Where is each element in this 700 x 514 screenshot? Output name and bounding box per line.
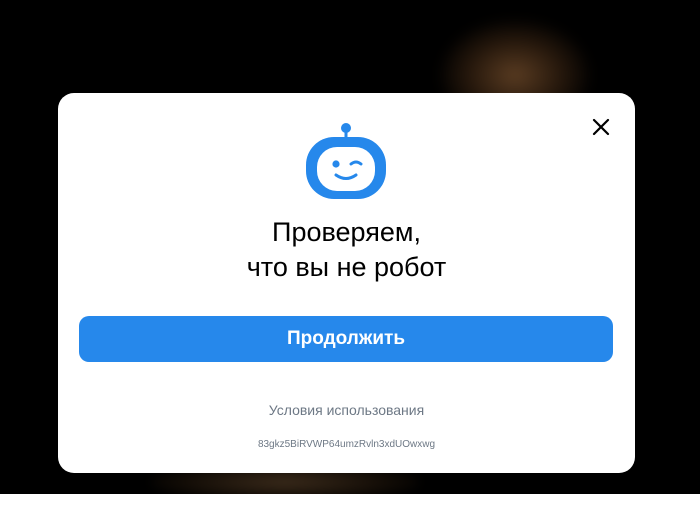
- captcha-dialog: Проверяем, что вы не робот Продолжить Ус…: [58, 93, 635, 473]
- page-bottom-strip: [0, 494, 700, 514]
- continue-button[interactable]: Продолжить: [79, 316, 613, 362]
- terms-of-use-link[interactable]: Условия использования: [58, 402, 635, 418]
- robot-winking-icon: [306, 123, 386, 199]
- session-token: 83gkz5BiRVWP64umzRvln3xdUOwxwg: [257, 439, 436, 450]
- close-icon: [592, 118, 610, 136]
- dialog-title-line-2: что вы не робот: [246, 252, 447, 282]
- dialog-title-line-1: Проверяем,: [272, 217, 421, 247]
- close-button[interactable]: [589, 115, 613, 139]
- dialog-title: Проверяем, что вы не робот: [58, 215, 635, 285]
